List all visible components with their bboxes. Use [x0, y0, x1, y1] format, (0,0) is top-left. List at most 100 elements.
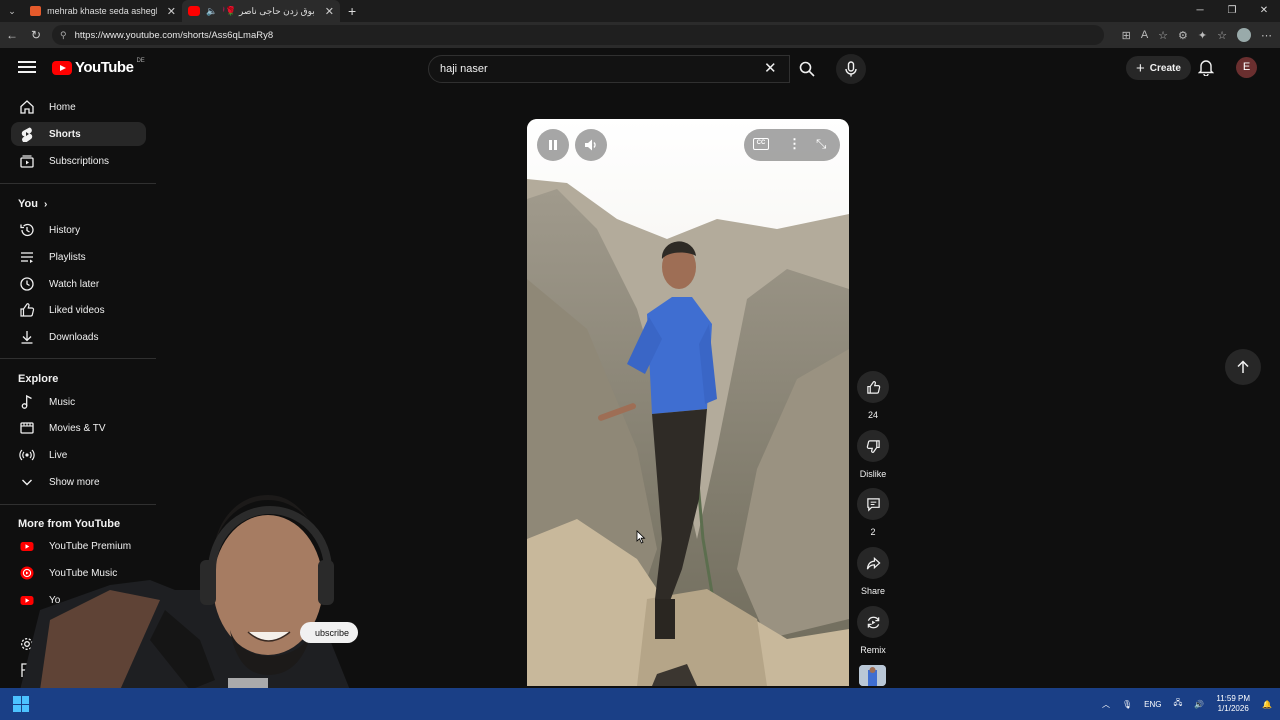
sidebar-item-label: Shorts — [49, 128, 81, 140]
like-action: 24 — [856, 371, 890, 420]
youtube-logo[interactable]: YouTube DE — [52, 58, 145, 76]
search-icon — [799, 61, 815, 77]
system-tray: ︿ 🎙 ENG 🖧 🔊 11:59 PM 1/1/2026 🔔 — [1102, 688, 1272, 720]
system-clock[interactable]: 11:59 PM 1/1/2026 — [1216, 694, 1250, 714]
notifications-bell-icon[interactable] — [1197, 58, 1215, 81]
browser-tab-active[interactable]: 🔈 بوق زدن حاجی ناصر 🌹💗 - ... ✕ — [182, 0, 340, 22]
video-frame — [527, 119, 849, 686]
sidebar-item-label: Subscriptions — [49, 155, 110, 167]
captions-icon[interactable]: CC — [753, 138, 769, 150]
share-action: Share — [856, 547, 890, 596]
read-aloud-icon[interactable]: A — [1141, 29, 1148, 41]
logo-wordmark: YouTube — [75, 59, 134, 76]
address-bar[interactable]: ⚲ https://www.youtube.com/shorts/Ass6qLm… — [52, 25, 1104, 45]
sidebar-you-heading[interactable]: You › — [18, 198, 47, 210]
dislike-button[interactable] — [857, 430, 889, 462]
sidebar-item-liked-videos[interactable]: Liked videos — [11, 298, 146, 322]
dislike-label: Dislike — [859, 469, 887, 479]
arrow-up-icon — [1237, 360, 1249, 373]
sidebar-item-watch-later[interactable]: Watch later — [11, 272, 146, 296]
chevron-up-icon[interactable]: ︿ — [1102, 699, 1110, 710]
share-label: Share — [860, 586, 886, 596]
share-arrow-icon — [866, 556, 880, 569]
speaker-icon[interactable]: 🔈 — [206, 6, 217, 17]
subscribe-button[interactable]: ubscribe — [300, 622, 358, 643]
back-arrow-icon[interactable]: ← — [0, 28, 24, 42]
remix-button[interactable] — [857, 606, 889, 638]
voice-search-button[interactable] — [836, 54, 866, 84]
search-input[interactable]: haji naser — [428, 55, 790, 83]
remix-icon — [867, 616, 879, 628]
language-indicator[interactable]: ENG — [1144, 700, 1161, 709]
apps-icon[interactable]: ⊞ — [1122, 29, 1131, 42]
sidebar-item-history[interactable]: History — [11, 218, 146, 242]
sidebar-item-playlists[interactable]: Playlists — [11, 245, 146, 269]
shorts-video-player[interactable]: CC ⋮ ⤡ — [527, 119, 849, 686]
pause-button[interactable] — [537, 129, 569, 161]
browser-menu-icon[interactable]: ⋯ — [1261, 29, 1272, 42]
sidebar-item-live[interactable]: Live — [11, 443, 146, 467]
search-button[interactable] — [790, 55, 824, 83]
tab-close-icon[interactable]: ✕ — [167, 5, 176, 18]
windows-start-icon[interactable] — [13, 696, 29, 712]
volume-icon[interactable]: 🔊 — [1194, 700, 1204, 709]
extensions-icon[interactable]: ⚙ — [1178, 29, 1188, 42]
clear-search-icon[interactable]: ✕ — [764, 59, 777, 77]
microphone-icon — [845, 61, 857, 77]
network-icon[interactable]: 🖧 — [1173, 697, 1182, 711]
new-tab-plus-icon[interactable]: + — [348, 3, 356, 19]
shorts-icon — [21, 127, 33, 142]
comment-icon — [866, 497, 880, 512]
sidebar-item-shorts[interactable]: Shorts — [11, 122, 146, 146]
favorite-star-icon[interactable]: ☆ — [1158, 29, 1168, 42]
channel-thumbnail[interactable] — [859, 665, 886, 686]
home-icon — [20, 100, 34, 114]
search-value: haji naser — [440, 63, 488, 75]
close-window-icon[interactable]: ✕ — [1248, 0, 1280, 22]
comments-button[interactable] — [857, 488, 889, 520]
subscriptions-icon — [20, 155, 34, 168]
share-button[interactable] — [857, 547, 889, 579]
collections-icon[interactable]: ☆ — [1217, 29, 1227, 42]
more-options-icon[interactable]: ⋮ — [788, 136, 801, 152]
sidebar-item-music[interactable]: Music — [11, 390, 146, 414]
notification-bell-icon[interactable]: 🔔 — [1262, 700, 1272, 709]
sidebar-item-home[interactable]: Home — [11, 95, 146, 119]
sidebar-item-movies-tv[interactable]: Movies & TV — [11, 416, 146, 440]
window-controls: ─ ❐ ✕ — [1184, 0, 1280, 22]
sidebar-item-label: Downloads — [49, 331, 99, 343]
youtube-play-logo-icon — [52, 60, 72, 75]
remix-action: Remix — [856, 606, 890, 655]
clock-date: 1/1/2026 — [1217, 704, 1249, 713]
tab-list-chevron-icon[interactable]: ⌄ — [0, 6, 24, 17]
profile-avatar-icon[interactable] — [1237, 28, 1251, 42]
clock-icon — [20, 277, 34, 291]
restore-icon[interactable]: ❐ — [1216, 0, 1248, 22]
site-info-icon[interactable]: ⚲ — [60, 30, 67, 41]
reload-icon[interactable]: ↻ — [24, 28, 48, 42]
browser-tab[interactable]: mehrab khaste seda ashegh resul ✕ — [24, 0, 182, 22]
fullscreen-icon[interactable]: ⤡ — [816, 136, 826, 152]
previous-short-button[interactable] — [1225, 349, 1261, 385]
sidebar-item-downloads[interactable]: Downloads — [11, 325, 146, 349]
url-text: https://www.youtube.com/shorts/Ass6qLmaR… — [74, 29, 274, 41]
hamburger-menu-icon[interactable] — [18, 58, 36, 78]
account-avatar[interactable]: E — [1236, 57, 1257, 78]
minimize-icon[interactable]: ─ — [1184, 0, 1216, 22]
thumbs-down-icon — [866, 439, 880, 453]
history-icon — [20, 223, 34, 237]
tab-favicon-icon — [30, 6, 42, 16]
microphone-icon[interactable]: 🎙 — [1122, 700, 1132, 709]
sidebar-item-label: Watch later — [49, 278, 100, 290]
youtube-header: YouTube DE haji naser ✕ + Create E — [0, 48, 1280, 88]
volume-button[interactable] — [575, 129, 607, 161]
film-icon — [20, 422, 34, 434]
create-button[interactable]: + Create — [1126, 56, 1191, 80]
download-icon — [21, 331, 33, 344]
thumbs-up-icon — [20, 303, 35, 317]
like-button[interactable] — [857, 371, 889, 403]
tab-close-icon[interactable]: ✕ — [325, 5, 334, 18]
sidebar-item-label: Movies & TV — [49, 422, 106, 434]
sidebar-item-subscriptions[interactable]: Subscriptions — [11, 149, 146, 173]
copilot-icon[interactable]: ✦ — [1198, 29, 1207, 42]
